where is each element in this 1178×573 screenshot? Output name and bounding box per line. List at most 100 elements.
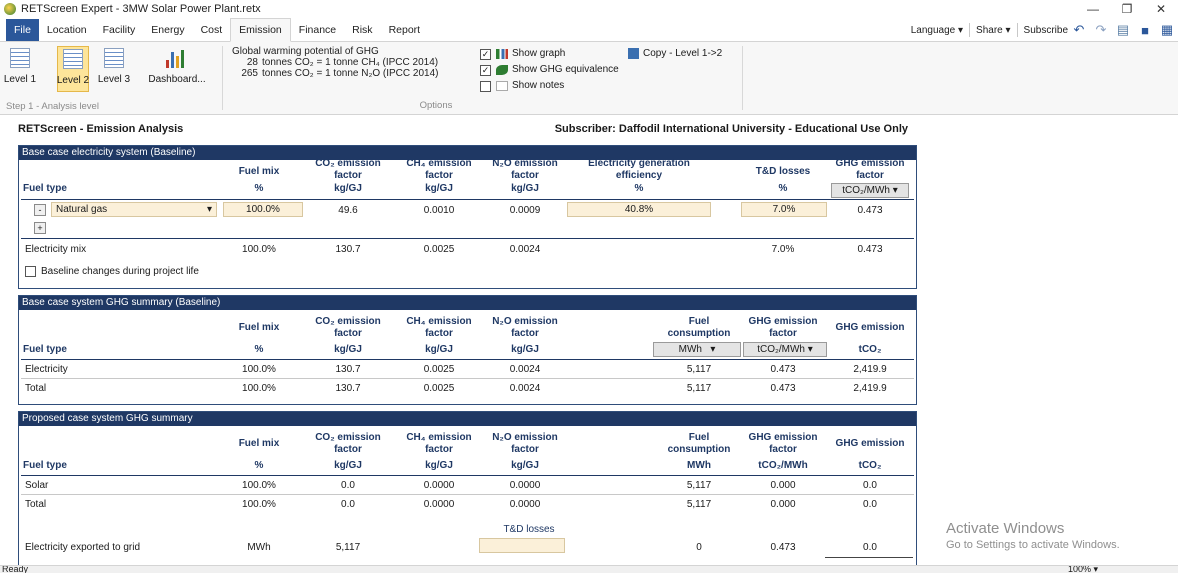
show-ghg-checkbox[interactable]: ✓	[480, 64, 491, 76]
dashboard-chart-icon	[166, 48, 188, 68]
show-notes-checkbox[interactable]	[480, 80, 491, 92]
gwp-ch4-text: tonnes CO₂ = 1 tonne CH₄ (IPCC 2014)	[262, 57, 439, 68]
electricity-mix-td: 7.0%	[771, 244, 795, 255]
layout-icon[interactable]: ▦	[1159, 22, 1175, 38]
baseline-changes-option[interactable]: Baseline changes during project life	[25, 266, 199, 277]
ghg-factor-unit-dropdown[interactable]: tCO₂/MWh ▾	[743, 342, 827, 357]
electricity-mix-co2: 130.7	[335, 244, 361, 255]
print-icon[interactable]: ▤	[1115, 22, 1131, 38]
prop-col-fuel-type: Fuel type	[23, 460, 67, 471]
tab-file[interactable]: File	[6, 19, 39, 41]
export-td-input[interactable]	[479, 538, 565, 553]
options-panel: ✓ Show graph ✓ Show GHG equivalence Show n…	[480, 46, 619, 94]
show-notes-label: Show notes	[512, 80, 565, 91]
col-n2o-unit: kg/GJ	[511, 183, 539, 194]
watermark-title: Activate Windows	[946, 520, 1065, 537]
close-button[interactable]: ✕	[1144, 0, 1178, 18]
ribbon-tab-bar: File Location Facility Energy Cost Emiss…	[0, 18, 1178, 42]
baseline-section: Base case electricity system (Baseline) …	[18, 145, 917, 289]
sum-row-n2o: 0.0024	[509, 364, 541, 375]
col-td-unit: %	[778, 183, 788, 194]
tab-finance[interactable]: Finance	[291, 19, 344, 41]
save-icon[interactable]: ■	[1137, 22, 1153, 38]
level-3-button[interactable]: Level 3	[98, 46, 130, 92]
export-unit: MWh	[247, 542, 271, 553]
show-notes-option[interactable]: Show notes	[480, 78, 619, 94]
subscribe-link[interactable]: Subscribe	[1024, 25, 1068, 36]
col-efficiency: Electricity generation efficiency	[588, 158, 690, 181]
sum-col-co2-unit: kg/GJ	[334, 344, 362, 355]
tab-emission[interactable]: Emission	[230, 18, 291, 42]
chevron-down-icon: ▾	[206, 204, 212, 215]
sum-col-ch4-unit: kg/GJ	[425, 344, 453, 355]
sum-row-ch4: 0.0025	[423, 364, 455, 375]
show-graph-option[interactable]: ✓ Show graph	[480, 46, 619, 62]
prop-total-mix: 100.0%	[242, 499, 276, 510]
prop-col-ghgf: GHG emission factor	[748, 432, 818, 455]
level-2-icon	[63, 49, 83, 69]
sum-total-ghg: 2,419.9	[853, 383, 887, 394]
sum-total-n2o: 0.0024	[509, 383, 541, 394]
gwp-panel: Global warming potential of GHG 28 tonnes…	[232, 46, 438, 79]
maximize-button[interactable]: ❐	[1110, 0, 1144, 18]
window-title: RETScreen Expert - 3MW Solar Power Plant…	[21, 3, 261, 15]
fuel-consumption-unit-dropdown[interactable]: MWh ▾	[653, 342, 741, 357]
show-graph-checkbox[interactable]: ✓	[480, 48, 491, 60]
sum-col-ghg-unit: tCO₂	[858, 344, 882, 355]
level-3-icon	[104, 48, 124, 68]
proposed-summary-section: Proposed case system GHG summary Fuel ty…	[18, 411, 917, 571]
redo-icon[interactable]: ↷	[1093, 22, 1109, 38]
fuel-mix-input[interactable]: 100.0%	[223, 202, 303, 217]
tab-energy[interactable]: Energy	[143, 19, 192, 41]
ghg-factor-value: 0.473	[857, 205, 883, 216]
fuel-mix-value: 100.0%	[246, 204, 280, 215]
tab-cost[interactable]: Cost	[193, 19, 231, 41]
copy-level-button[interactable]: Copy - Level 1->2	[628, 48, 722, 59]
ghg-unit-dropdown[interactable]: tCO₂/MWh ▾	[831, 183, 909, 198]
prop-col-fc: Fuel consumption	[667, 432, 731, 455]
efficiency-input[interactable]: 40.8%	[567, 202, 711, 217]
sum-total-ch4: 0.0025	[423, 383, 455, 394]
sum-row-mix: 100.0%	[242, 364, 276, 375]
show-ghg-option[interactable]: ✓ Show GHG equivalence	[480, 62, 619, 78]
language-menu[interactable]: Language ▾	[911, 25, 963, 36]
prop-col-ch4: CH₄ emission factor	[406, 432, 472, 455]
td-losses-input[interactable]: 7.0%	[741, 202, 827, 217]
zoom-control[interactable]: 100% ▾	[1068, 566, 1098, 573]
dashboard-button[interactable]: Dashboard...	[144, 46, 210, 92]
tab-report[interactable]: Report	[381, 19, 429, 41]
prop-col-ghgf-unit: tCO₂/MWh	[758, 460, 808, 471]
sum-row-fuel: Electricity	[25, 364, 68, 375]
export-ghg: 0.0	[863, 542, 877, 553]
level-2-label: Level 2	[56, 75, 90, 86]
tab-facility[interactable]: Facility	[95, 19, 144, 41]
export-fc: 0	[696, 542, 702, 553]
tab-location[interactable]: Location	[39, 19, 95, 41]
prop-col-ghg-unit: tCO₂	[858, 460, 882, 471]
baseline-changes-checkbox[interactable]	[25, 266, 36, 277]
share-menu[interactable]: Share ▾	[976, 25, 1010, 36]
level-2-button[interactable]: Level 2	[57, 46, 89, 92]
copy-icon	[628, 48, 639, 59]
undo-icon[interactable]: ↶	[1071, 22, 1087, 38]
col-fuel-mix-unit: %	[254, 183, 264, 194]
tab-risk[interactable]: Risk	[344, 19, 380, 41]
sum-total-fc: 5,117	[686, 383, 712, 394]
prop-total-fc: 5,117	[686, 499, 712, 510]
fuel-type-dropdown[interactable]: Natural gas ▾	[51, 202, 217, 217]
gwp-ch4-value: 28	[246, 57, 258, 68]
minimize-button[interactable]: —	[1076, 0, 1110, 18]
col-fuel-mix: Fuel mix	[238, 166, 280, 177]
prop-row-mix: 100.0%	[242, 480, 276, 491]
add-row-button[interactable]: +	[34, 222, 46, 234]
remove-row-button[interactable]: -	[34, 204, 46, 216]
worksheet-header: RETScreen - Emission Analysis Subscriber…	[18, 123, 908, 135]
col-ch4-factor: CH₄ emission factor	[406, 158, 472, 181]
gwp-n2o-value: 265	[241, 68, 258, 79]
subscriber-text: Subscriber: Daffodil International Unive…	[554, 123, 908, 135]
col-co2-unit: kg/GJ	[334, 183, 362, 194]
level-1-button[interactable]: Level 1	[4, 46, 36, 92]
sum-total-ghgf: 0.473	[770, 383, 796, 394]
prop-col-ch4-unit: kg/GJ	[425, 460, 453, 471]
export-label: Electricity exported to grid	[25, 542, 141, 553]
